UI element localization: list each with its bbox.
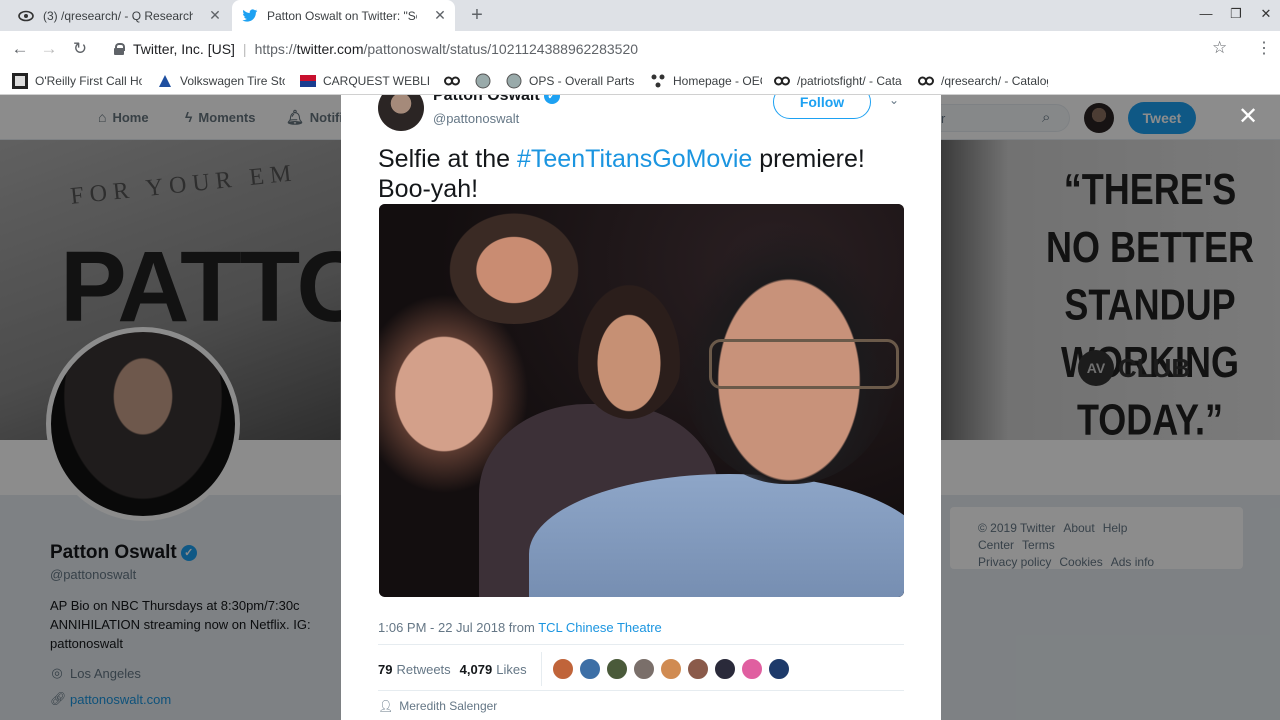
back-icon[interactable]: ← [8, 37, 32, 61]
q-icon [774, 73, 790, 89]
photo-shape [709, 339, 899, 389]
bookmark-item[interactable]: /qresearch/ - Catalog [918, 72, 1048, 90]
like-count[interactable]: 4,079 [460, 662, 493, 677]
liker-avatar[interactable] [605, 658, 628, 680]
photo-shape [574, 279, 684, 419]
tweet-photo[interactable] [379, 204, 904, 597]
retweet-count[interactable]: 79 [378, 662, 392, 677]
tweet-stats: 79 Retweets 4,079 Likes [378, 652, 795, 686]
hashtag-link[interactable]: #TeenTitansGoMovie [517, 145, 752, 173]
person-icon: 👤︎ [378, 699, 394, 713]
tweet-author-handle[interactable]: @pattonoswalt [433, 111, 519, 126]
footer-user[interactable]: Meredith Salenger [399, 699, 497, 713]
liker-avatar[interactable] [686, 658, 709, 680]
new-tab-button[interactable]: + [466, 4, 488, 26]
bookmark-label: /patriotsfight/ - Cata [797, 74, 902, 88]
timestamp-text: 1:06 PM - 22 Jul 2018 from [378, 620, 539, 635]
lock-icon [114, 42, 125, 55]
tweet-text-part: Selfie at the [378, 145, 517, 173]
bookmarks-bar: O'Reilly First Call Hom Volkswagen Tire … [0, 66, 1280, 95]
divider [378, 644, 904, 645]
bookmark-label: O'Reilly First Call Hom [35, 74, 142, 88]
liker-avatar[interactable] [713, 658, 736, 680]
bookmark-label: OPS - Overall Parts S [529, 74, 634, 88]
url-path: /pattonoswalt/status/1021124388962283520 [363, 40, 639, 57]
bookmark-item[interactable]: /patriotsfight/ - Cata [774, 72, 902, 90]
like-label[interactable]: Likes [496, 662, 526, 677]
carquest-icon [300, 73, 316, 89]
bookmark-label: /qresearch/ - Catalog [941, 74, 1048, 88]
tab-title: Patton Oswalt on Twitter: "Selfie at the [267, 8, 417, 23]
q-icon [918, 73, 934, 89]
liker-avatar[interactable] [632, 658, 655, 680]
globe-icon [506, 73, 522, 89]
bookmark-label: Homepage - OEC [673, 74, 762, 88]
tab-title: (3) /qresearch/ - Q Research General [43, 8, 193, 23]
liker-avatar[interactable] [740, 658, 763, 680]
site-origin: Twitter, Inc. [US] [133, 40, 235, 57]
forward-icon[interactable]: → [37, 37, 61, 61]
tweet-modal: Patton Oswalt ✓ @pattonoswalt Follow ⌄ Se… [341, 95, 941, 720]
q-icon [444, 73, 460, 89]
address-bar[interactable]: Twitter, Inc. [US] | https:// twitter.co… [102, 35, 1242, 62]
restore-icon[interactable]: ❐ [1226, 6, 1246, 26]
liker-avatar[interactable] [578, 658, 601, 680]
bookmark-item[interactable]: OPS - Overall Parts S [506, 72, 634, 90]
stats-separator [540, 652, 542, 686]
close-tab-icon[interactable]: ✕ [208, 8, 222, 22]
bookmark-item[interactable]: CARQUEST WEBLINK [300, 72, 430, 90]
close-tab-icon[interactable]: ✕ [433, 8, 447, 22]
address-separator: | [242, 40, 247, 57]
oec-icon [650, 73, 666, 89]
tweet-author-avatar[interactable] [378, 95, 424, 131]
vw-icon [157, 73, 173, 89]
q-favicon-icon [18, 8, 34, 24]
bookmark-star-icon[interactable]: ☆ [1212, 38, 1227, 58]
bookmark-item[interactable] [444, 72, 464, 90]
tweet-author-name-text: Patton Oswalt [433, 95, 540, 104]
liker-avatar[interactable] [767, 658, 790, 680]
liker-avatar[interactable] [551, 658, 574, 680]
follow-button[interactable]: Follow [773, 95, 871, 119]
bookmark-label: CARQUEST WEBLINK [323, 74, 430, 88]
reload-icon[interactable]: ↻ [68, 37, 92, 61]
url-prefix: https:// [254, 40, 297, 57]
tweet-footer: 👤︎ Meredith Salenger [378, 699, 497, 713]
verified-badge-icon: ✓ [543, 95, 560, 104]
divider [378, 690, 904, 691]
bookmark-item[interactable]: Volkswagen Tire Store [157, 72, 285, 90]
tweet-text: Selfie at the #TeenTitansGoMovie premier… [378, 144, 908, 204]
bookmark-label: Volkswagen Tire Store [180, 74, 285, 88]
tweet-author-name[interactable]: Patton Oswalt ✓ [433, 95, 560, 105]
twitter-page: ⌂ Home ϟ Moments 🔔︎ Notifi r ⌕ Tweet FOR YO… [0, 95, 1280, 720]
url-host: twitter.com [296, 40, 364, 57]
minimize-icon[interactable]: — [1196, 6, 1216, 26]
close-modal-icon[interactable]: ✕ [1236, 105, 1260, 129]
tweet-source-link[interactable]: TCL Chinese Theatre [538, 620, 662, 635]
chevron-down-icon[interactable]: ⌄ [889, 95, 903, 107]
tab-qresearch[interactable]: (3) /qresearch/ - Q Research General ✕ [8, 0, 230, 31]
tab-strip: (3) /qresearch/ - Q Research General ✕ P… [0, 0, 1280, 31]
oreilly-icon [12, 73, 28, 89]
retweet-label[interactable]: Retweets [396, 662, 450, 677]
twitter-favicon-icon [242, 8, 258, 24]
bookmark-item[interactable] [475, 72, 495, 90]
menu-kebab-icon[interactable]: ⋮ [1256, 38, 1272, 58]
close-window-icon[interactable]: ✕ [1256, 6, 1276, 26]
bookmark-item[interactable]: Homepage - OEC [650, 72, 762, 90]
liker-avatars [551, 658, 795, 680]
bookmark-item[interactable]: O'Reilly First Call Hom [12, 72, 142, 90]
liker-avatar[interactable] [659, 658, 682, 680]
tab-twitter[interactable]: Patton Oswalt on Twitter: "Selfie at the… [232, 0, 455, 31]
globe-icon [475, 73, 491, 89]
photo-shape [439, 204, 589, 324]
tweet-timestamp: 1:06 PM - 22 Jul 2018 from TCL Chinese T… [378, 620, 662, 635]
